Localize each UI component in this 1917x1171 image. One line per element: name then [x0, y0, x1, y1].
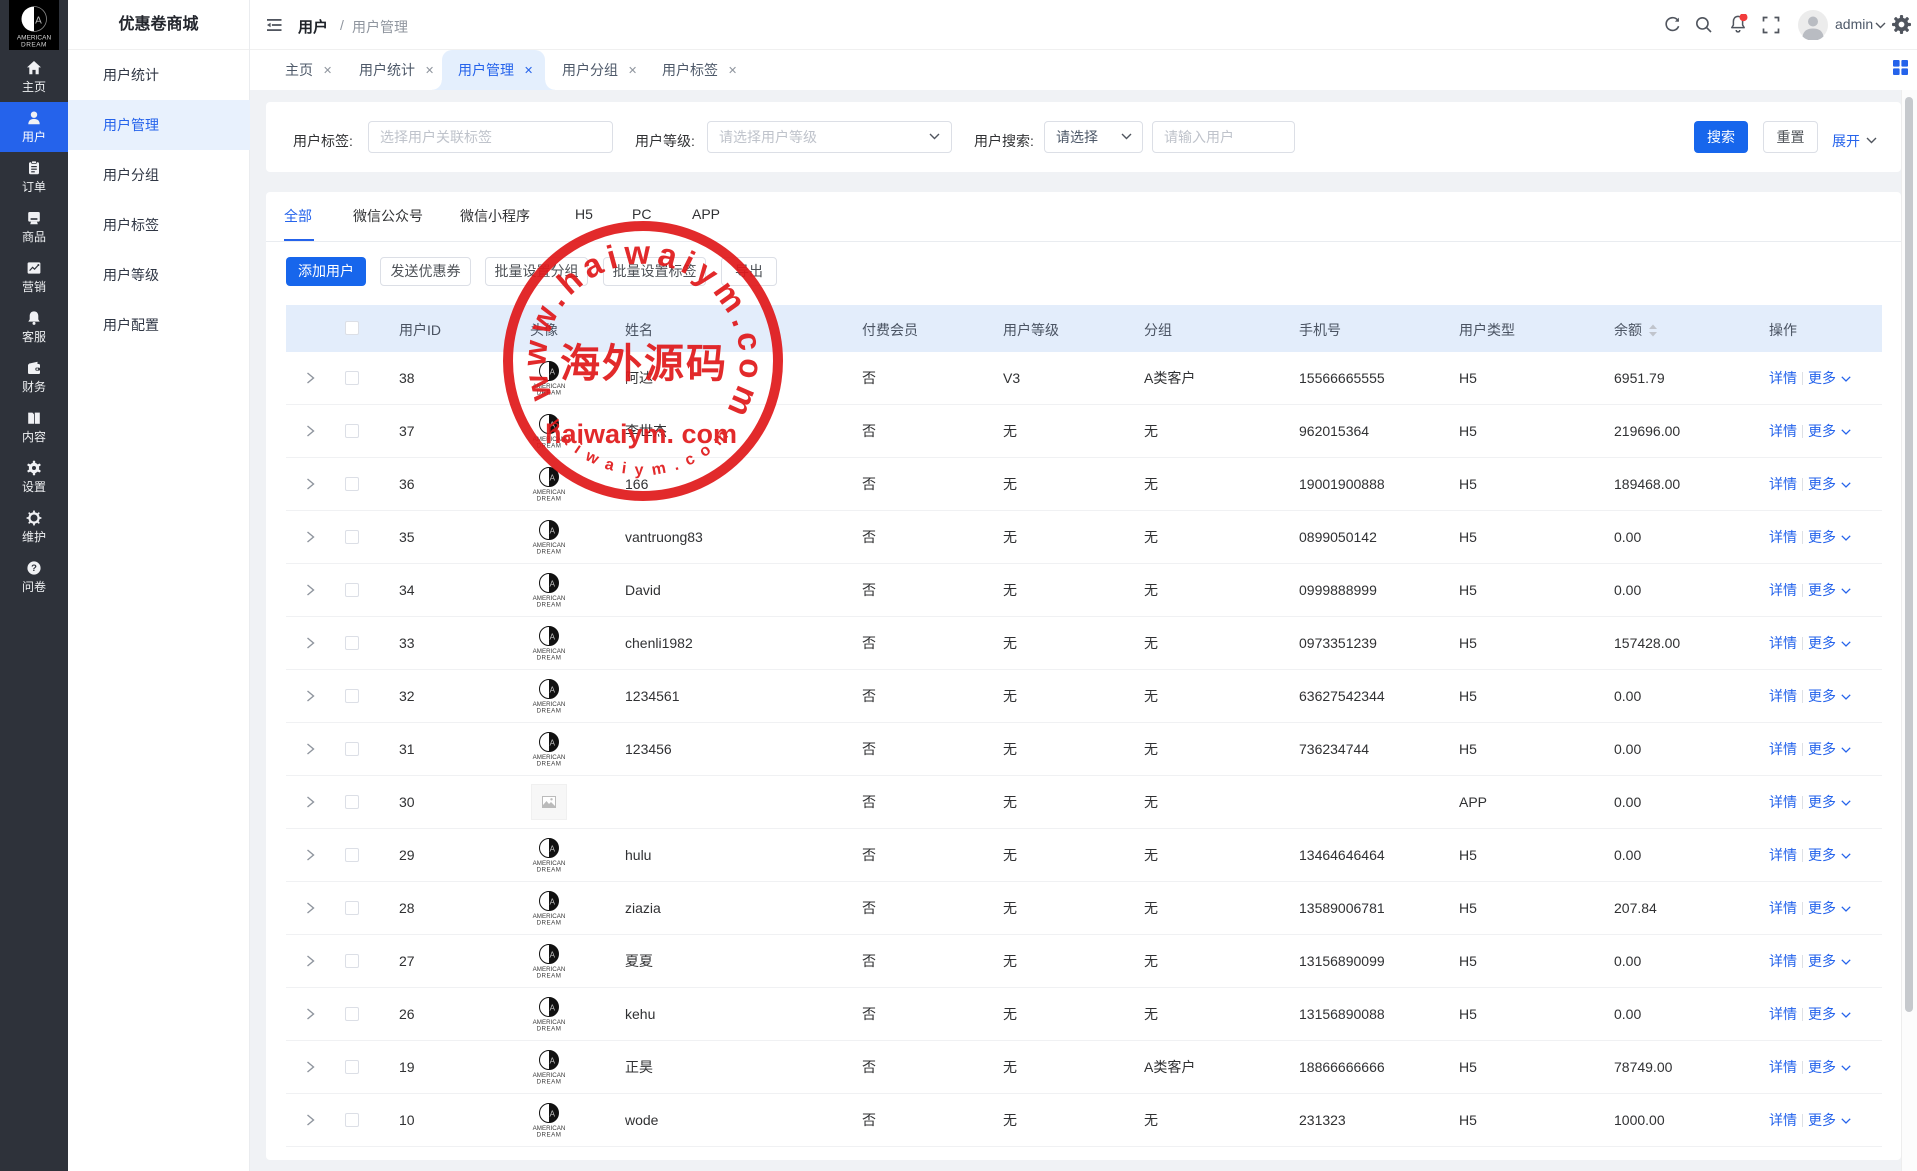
svg-text:A: A	[550, 1003, 556, 1012]
svg-text:DREAM: DREAM	[537, 708, 562, 714]
svg-text:DREAM: DREAM	[537, 602, 562, 608]
svg-text:A: A	[550, 1109, 556, 1118]
svg-text:?: ?	[31, 563, 37, 574]
svg-text:DREAM: DREAM	[21, 42, 47, 48]
svg-text:DREAM: DREAM	[537, 1026, 562, 1032]
svg-text:DREAM: DREAM	[537, 920, 562, 926]
svg-text:DREAM: DREAM	[537, 1079, 562, 1085]
svg-text:A: A	[550, 526, 556, 535]
svg-text:AMERICAN: AMERICAN	[17, 35, 52, 42]
svg-text:DREAM: DREAM	[537, 655, 562, 661]
svg-text:DREAM: DREAM	[537, 973, 562, 979]
svg-text:DREAM: DREAM	[537, 867, 562, 873]
svg-text:DREAM: DREAM	[537, 1132, 562, 1138]
svg-text:A: A	[550, 632, 556, 641]
svg-text:A: A	[550, 897, 556, 906]
svg-text:A: A	[550, 844, 556, 853]
svg-text:DREAM: DREAM	[537, 549, 562, 555]
svg-text:A: A	[550, 579, 556, 588]
svg-text:A: A	[550, 950, 556, 959]
svg-text:海外源码: 海外源码	[560, 341, 728, 386]
svg-text:A: A	[35, 16, 42, 27]
svg-text:A: A	[550, 738, 556, 747]
svg-text:A: A	[550, 1056, 556, 1065]
svg-text:haiwaiym. com: haiwaiym. com	[545, 419, 737, 449]
svg-text:DREAM: DREAM	[537, 761, 562, 767]
svg-text:A: A	[550, 685, 556, 694]
